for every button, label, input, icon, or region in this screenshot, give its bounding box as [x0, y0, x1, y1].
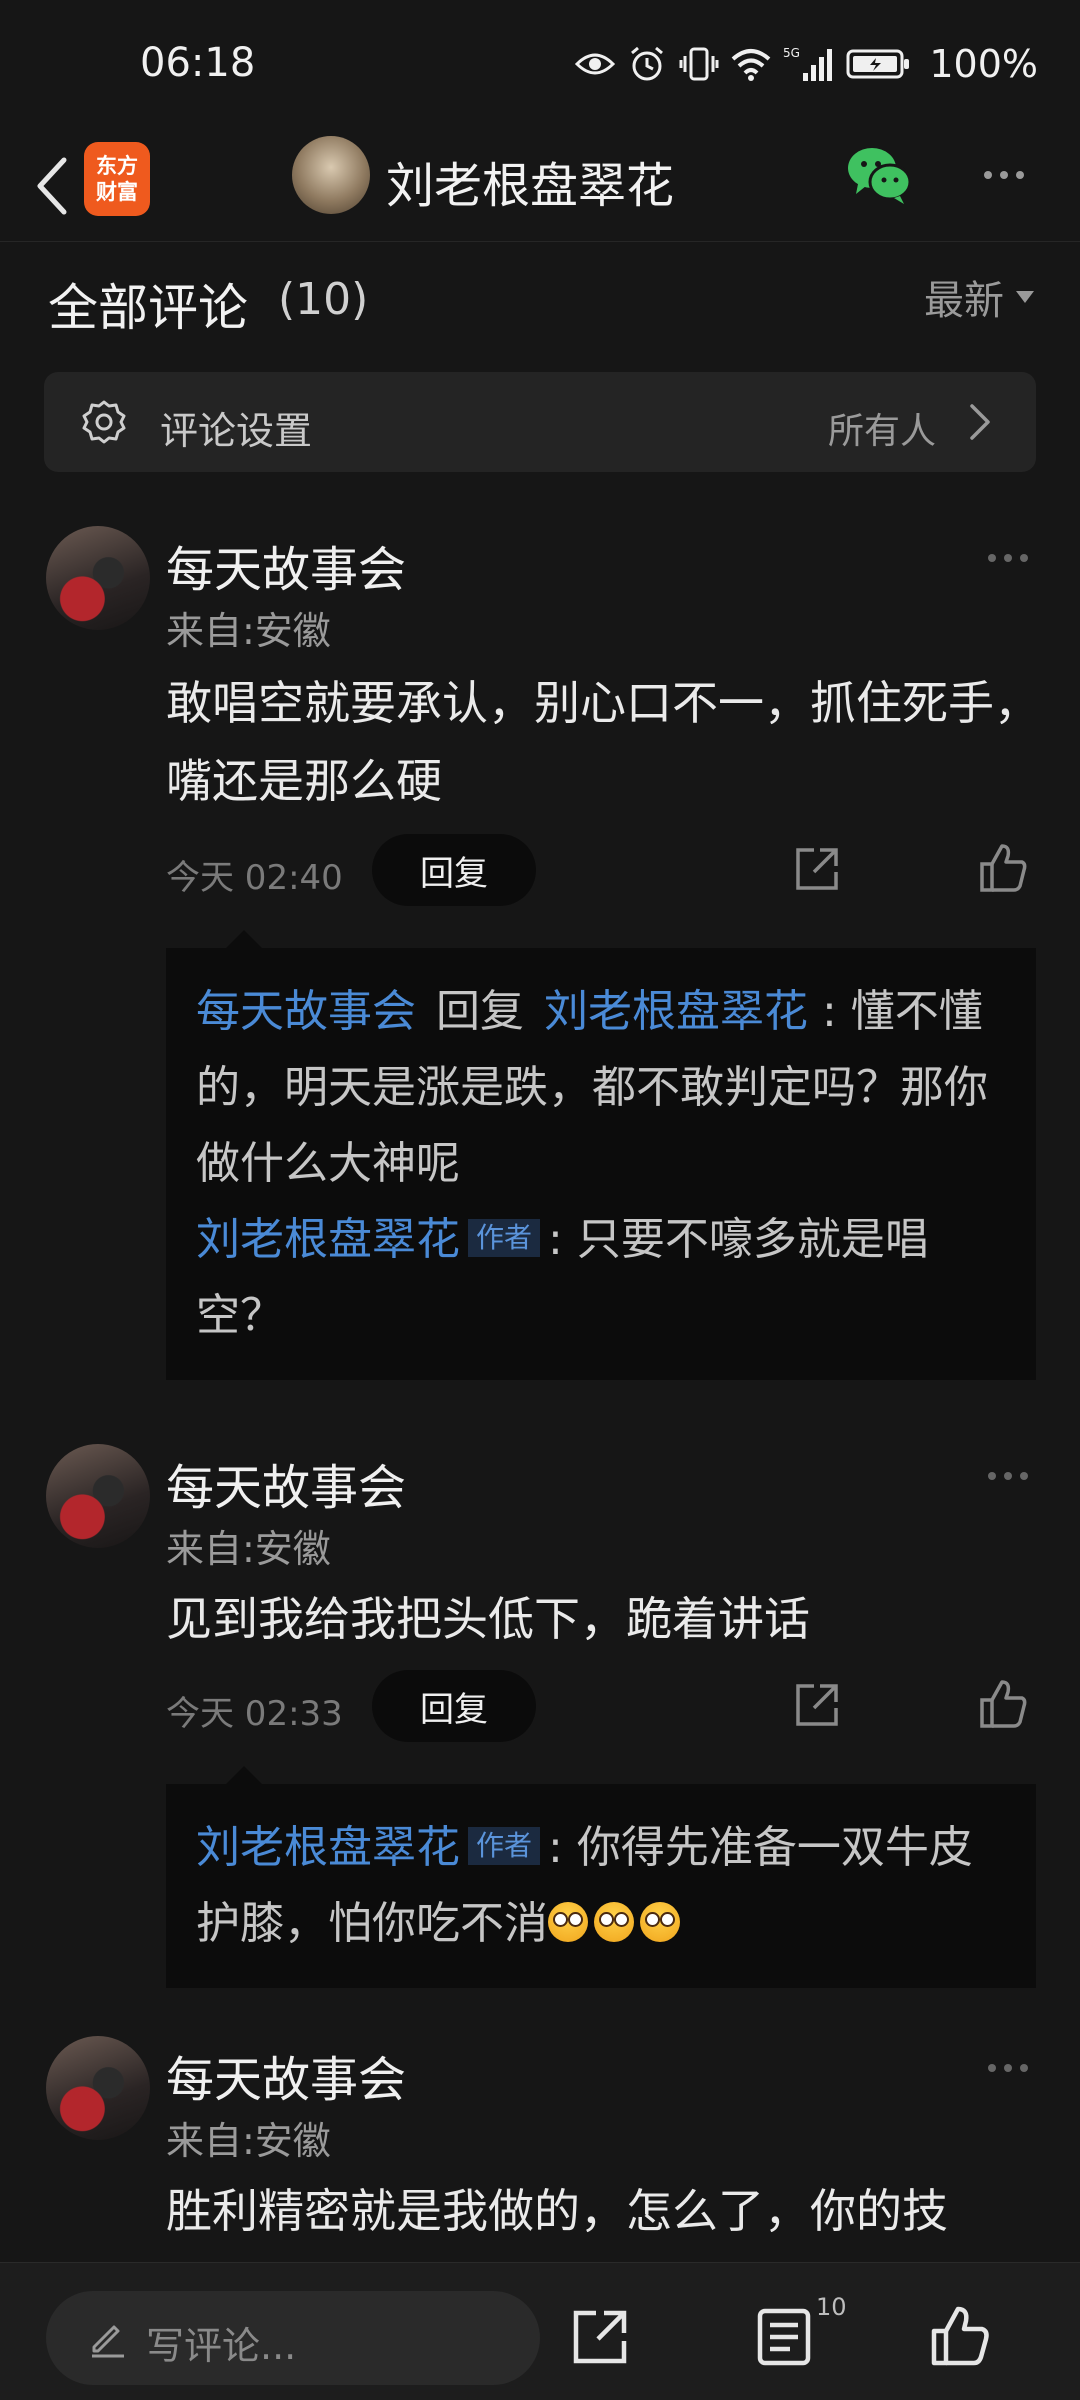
avatar[interactable]	[46, 1444, 150, 1548]
top-nav-bar: 东方 财富 刘老根盘翠花	[0, 130, 1080, 242]
status-bar: 06:18 5G 100%	[0, 0, 1080, 130]
reply-from[interactable]: 刘老根盘翠花	[196, 1214, 460, 1265]
reply-button[interactable]: 回复	[372, 1670, 536, 1742]
flushed-face-emoji-icon	[548, 1902, 588, 1942]
settings-label: 评论设置	[160, 409, 313, 453]
caret-down-icon	[1016, 291, 1034, 303]
comments-count: (10)	[278, 274, 369, 325]
comment-location: 来自:安徽	[166, 2119, 331, 2163]
comment-input-placeholder: 写评论...	[146, 2324, 297, 2368]
wechat-icon	[848, 148, 912, 204]
bottom-action-bar: 写评论... 10	[0, 2262, 1080, 2400]
comment-input[interactable]: 写评论...	[46, 2291, 540, 2385]
share-icon[interactable]	[792, 1680, 842, 1730]
brand-line1: 东方	[96, 154, 138, 178]
comment-text: 见到我给我把头低下，跪着讲话	[166, 1592, 810, 1646]
comments-list-icon[interactable]	[756, 2307, 812, 2367]
comment-author[interactable]: 每天故事会	[166, 2040, 406, 2110]
comment-location: 来自:安徽	[166, 609, 331, 653]
reply-from[interactable]: 每天故事会	[196, 986, 416, 1037]
comment-author[interactable]: 每天故事会	[166, 530, 406, 600]
comment-time: 今天 02:40	[166, 858, 343, 898]
gear-icon	[82, 400, 126, 444]
share-icon[interactable]	[792, 844, 842, 894]
pen-icon	[92, 2325, 124, 2358]
eye-icon	[575, 44, 616, 84]
reply-thread: 每天故事会 回复 刘老根盘翠花 : 懂不懂的，明天是涨是跌，都不敢判定吗？那你做…	[166, 930, 1036, 1380]
status-time: 06:18	[140, 40, 256, 86]
reply-button[interactable]: 回复	[372, 834, 536, 906]
brand-line2: 财富	[96, 180, 138, 204]
comment-text: 敢唱空就要承认，别心口不一，抓住死手，嘴还是那么硬	[166, 676, 1040, 808]
signal-5g-icon: 5G	[783, 44, 833, 84]
wifi-icon	[731, 44, 771, 84]
chevron-right-icon	[970, 404, 990, 440]
more-options-button[interactable]	[972, 148, 1036, 202]
chevron-left-icon	[37, 157, 67, 215]
battery-icon	[845, 44, 911, 84]
reply-item[interactable]: 刘老根盘翠花 作者: 你得先准备一双牛皮护膝，怕你吃不消	[196, 1810, 1006, 1962]
author-avatar[interactable]	[292, 136, 370, 214]
comment-count-badge: 10	[816, 2293, 847, 2321]
share-icon[interactable]	[570, 2307, 630, 2367]
thumbs-up-icon[interactable]	[978, 1678, 1030, 1730]
all-comments-title: 全部评论	[48, 279, 248, 337]
app-logo[interactable]: 东方 财富	[84, 142, 150, 216]
flushed-face-emoji-icon	[594, 1902, 634, 1942]
wechat-share-button[interactable]	[846, 144, 912, 206]
reply-thread: 刘老根盘翠花 作者: 你得先准备一双牛皮护膝，怕你吃不消	[166, 1766, 1036, 1988]
back-button[interactable]	[22, 146, 82, 226]
svg-text:5G: 5G	[783, 46, 800, 60]
author-badge: 作者	[468, 1827, 541, 1865]
thumbs-up-icon[interactable]	[978, 842, 1030, 894]
comment-text: 胜利精密就是我做的，怎么了，你的技	[166, 2184, 948, 2238]
sort-label: 最新	[924, 278, 1004, 324]
reply-verb: 回复	[436, 986, 524, 1037]
comment-more-button[interactable]	[988, 1472, 1036, 1480]
page-title[interactable]: 刘老根盘翠花	[386, 146, 674, 216]
vibrate-icon	[679, 44, 719, 84]
reply-item[interactable]: 刘老根盘翠花 作者: 只要不嚎多就是唱空？	[196, 1202, 1006, 1354]
comment-time: 今天 02:33	[166, 1694, 343, 1734]
alarm-icon	[627, 44, 667, 84]
battery-percent: 100%	[929, 42, 1038, 86]
comment-author[interactable]: 每天故事会	[166, 1448, 406, 1518]
reply-from[interactable]: 刘老根盘翠花	[196, 1822, 460, 1873]
flushed-face-emoji-icon	[640, 1902, 680, 1942]
settings-value: 所有人	[827, 411, 936, 452]
author-badge: 作者	[468, 1219, 541, 1257]
sort-dropdown[interactable]: 最新	[924, 268, 1034, 326]
comment-settings-row[interactable]: 评论设置 所有人	[44, 372, 1036, 472]
status-icons: 5G 100%	[575, 42, 1038, 86]
reply-item[interactable]: 每天故事会 回复 刘老根盘翠花 : 懂不懂的，明天是涨是跌，都不敢判定吗？那你做…	[196, 974, 1006, 1202]
avatar[interactable]	[46, 526, 150, 630]
comment-more-button[interactable]	[988, 2064, 1036, 2072]
reply-to[interactable]: 刘老根盘翠花	[544, 986, 808, 1037]
thumbs-up-icon[interactable]	[930, 2305, 992, 2367]
comment-location: 来自:安徽	[166, 1527, 331, 1571]
comment-more-button[interactable]	[988, 554, 1036, 562]
avatar[interactable]	[46, 2036, 150, 2140]
